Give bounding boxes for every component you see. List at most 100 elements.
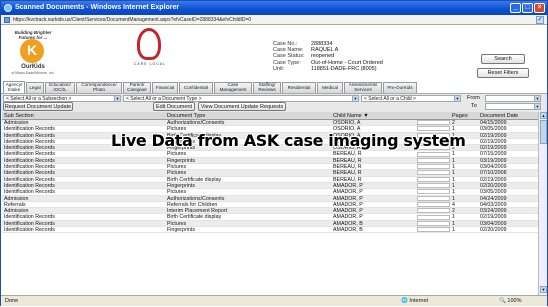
cell-sub-section: Identification Records bbox=[4, 164, 55, 170]
table-row[interactable]: Identification Records Fingerprints AMADOR… bbox=[2, 227, 538, 234]
cell-pages: 2 bbox=[452, 208, 455, 215]
tab-staffing-reviews[interactable]: Staffing/ Reviews bbox=[253, 82, 281, 93]
scroll-down-icon[interactable]: ▼ bbox=[540, 286, 547, 293]
cell-sub-section: Identification Records bbox=[4, 227, 55, 233]
carelocal-logo: CARE LOCAL bbox=[131, 28, 169, 76]
cell-sub-section: Admission bbox=[4, 120, 29, 126]
close-button[interactable]: × bbox=[534, 3, 545, 13]
cell-document-date: 02/19/2009 bbox=[480, 176, 507, 183]
cell-document-date: 04/24/2009 bbox=[480, 195, 507, 202]
cell-child-name: AMADOR, P bbox=[333, 195, 363, 201]
logo-name: OurKids bbox=[21, 64, 45, 70]
col-sub-section[interactable]: Sub Section bbox=[2, 112, 165, 119]
from-label: From bbox=[467, 95, 480, 101]
scroll-thumb[interactable] bbox=[540, 120, 547, 144]
col-document-type[interactable]: Document Type bbox=[165, 112, 331, 119]
tab-legal[interactable]: Legal bbox=[26, 82, 44, 93]
tab-case-management[interactable]: Case Management bbox=[214, 82, 252, 93]
cell-sub-section: Admission bbox=[4, 195, 29, 201]
chevron-down-icon: ▼ bbox=[454, 96, 460, 101]
family-figure-icon bbox=[137, 28, 161, 60]
cell-document-date: 03/04/2009 bbox=[480, 220, 507, 227]
cell-child-name: AMADOR, P bbox=[333, 182, 363, 189]
chevron-down-icon: ▼ bbox=[534, 104, 540, 109]
table-header: Sub Section Document Type Child Name ▼ P… bbox=[2, 112, 538, 120]
cell-document-type: Authorizations/Consents bbox=[167, 120, 225, 126]
child-box bbox=[417, 120, 450, 126]
tab-financial[interactable]: Financial bbox=[152, 82, 178, 93]
tab-education[interactable]: Education/ IOC/IL bbox=[45, 82, 75, 93]
cell-document-type: Fingerprints bbox=[167, 227, 195, 233]
ourkids-logo: Building Brighter Futures for ... K OurK… bbox=[7, 30, 59, 78]
tab-residential[interactable]: Residential bbox=[282, 82, 316, 93]
cell-document-date: 02/19/2009 bbox=[480, 214, 507, 221]
minimize-button[interactable]: _ bbox=[510, 3, 521, 13]
url-text: https://kvctrack.ourkids.us/Client/Servi… bbox=[13, 17, 252, 23]
title-bar: Scanned Documents - Windows Internet Exp… bbox=[1, 1, 547, 15]
from-date-input[interactable]: ▼ bbox=[485, 95, 541, 102]
address-bar[interactable]: https://kvctrack.ourkids.us/Client/Servi… bbox=[1, 15, 547, 25]
cell-document-date: 02/20/2009 bbox=[480, 227, 507, 234]
tab-agency-intake[interactable]: Agency/ Intake bbox=[3, 81, 25, 93]
tab-confidential[interactable]: Confidential bbox=[179, 82, 213, 93]
tab-assessments-services[interactable]: Assessments/ Services bbox=[344, 82, 382, 93]
col-pages[interactable]: Pages bbox=[450, 112, 478, 119]
child-box bbox=[417, 208, 450, 214]
cell-child-name: AMADOR, B bbox=[333, 220, 363, 227]
reset-filters-button[interactable]: Reset Filters bbox=[477, 68, 529, 78]
cell-child-name: BEREAU, R bbox=[333, 151, 362, 157]
child-box bbox=[417, 195, 450, 201]
logo-subtitle: of Miami-Dade/Monroe, Inc. bbox=[11, 71, 55, 75]
tab-pre-ourkids[interactable]: Pre-OurKids bbox=[383, 82, 417, 93]
cell-document-date: 03/19/2009 bbox=[480, 157, 507, 164]
cell-pages: 1 bbox=[452, 170, 455, 177]
cell-sub-section: Identification Records bbox=[4, 189, 55, 195]
request-update-button[interactable]: Request Document Update bbox=[3, 102, 73, 111]
tab-correspondence[interactable]: Correspondence/ Photo bbox=[76, 82, 122, 93]
subsection-select[interactable]: < Select All or a Subsection > ▼ bbox=[3, 95, 121, 102]
cell-document-date: 03/04/2009 bbox=[480, 164, 507, 171]
cell-document-type: Referrals for Children bbox=[167, 201, 218, 208]
to-date-input[interactable]: ▼ bbox=[485, 103, 541, 110]
cell-document-type: Pictures bbox=[167, 151, 187, 157]
cell-child-name: AMADOR, P bbox=[333, 208, 363, 214]
tab-parent-caregiver[interactable]: Parent/ Caregiver bbox=[123, 82, 151, 93]
cell-sub-section: Identification Records bbox=[4, 176, 55, 182]
child-select[interactable]: < Select All or a Child > ▼ bbox=[361, 95, 461, 102]
to-label: To bbox=[471, 103, 477, 109]
cell-child-name: AMADOR, P bbox=[333, 201, 363, 208]
view-requests-button[interactable]: View Document Update Requests bbox=[198, 102, 286, 111]
page-icon bbox=[4, 17, 10, 23]
chevron-down-icon: ▼ bbox=[534, 96, 540, 101]
status-text: Done bbox=[5, 298, 19, 304]
search-button[interactable]: Search bbox=[481, 54, 525, 64]
col-child-name[interactable]: Child Name ▼ bbox=[331, 112, 417, 119]
ie-icon bbox=[4, 4, 12, 12]
col-document-date[interactable]: Document Date bbox=[478, 112, 536, 119]
carelocal-text: CARE LOCAL bbox=[133, 62, 167, 66]
cell-document-date: 03/24/2009 bbox=[480, 208, 507, 215]
maximize-button[interactable]: □ bbox=[522, 3, 533, 13]
cell-pages: 1 bbox=[452, 220, 455, 227]
tab-medical[interactable]: Medical bbox=[317, 82, 343, 93]
table-scrollbar[interactable]: ▲ ▼ bbox=[538, 112, 547, 295]
cell-child-name: AMADOR, P bbox=[333, 214, 363, 220]
edit-document-button[interactable]: Edit Document bbox=[153, 102, 195, 111]
child-box bbox=[417, 157, 450, 163]
cell-child-name: BEREAU, R bbox=[333, 157, 362, 164]
filter-bar: < Select All or a Subsection > ▼ < Select… bbox=[1, 93, 547, 102]
child-box bbox=[417, 170, 450, 176]
cell-pages: 1 bbox=[452, 164, 455, 171]
cell-document-type: Fingerprints bbox=[167, 157, 195, 164]
zoom-level[interactable]: 🔍 100% bbox=[499, 296, 521, 307]
cell-pages: 1 bbox=[452, 176, 455, 183]
overlay-caption: Live Data from ASK case imaging system bbox=[111, 131, 466, 150]
doctype-select[interactable]: < Select All or a Document Type > ▼ bbox=[123, 95, 359, 102]
child-box bbox=[417, 189, 450, 195]
cell-document-date: 03/05/2009 bbox=[480, 126, 507, 133]
child-box bbox=[417, 164, 450, 170]
cell-document-date: 04/15/2009 bbox=[480, 120, 507, 126]
scroll-up-icon[interactable]: ▲ bbox=[540, 112, 547, 119]
cell-document-date: 04/03/2009 bbox=[480, 201, 507, 208]
cell-child-name: AMADOR, B bbox=[333, 227, 363, 233]
